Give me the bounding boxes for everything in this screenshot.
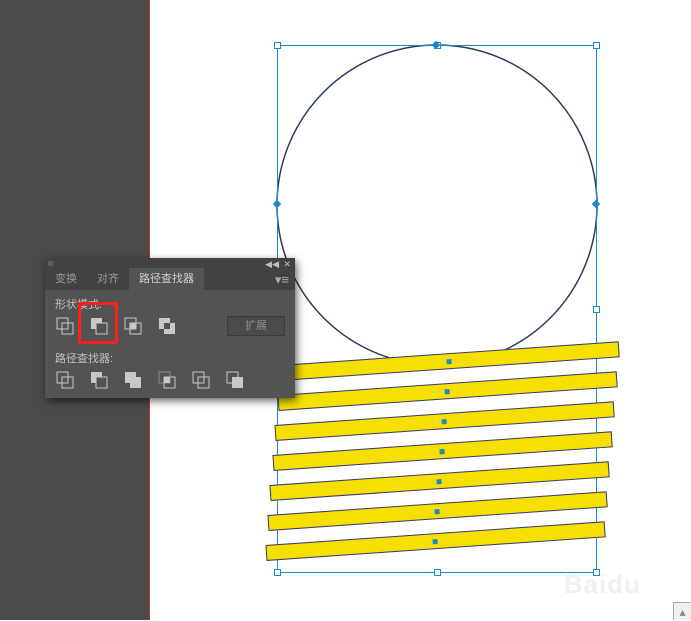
tab-transform[interactable]: 变换: [45, 268, 87, 290]
panel-titlebar[interactable]: ◀◀ ✕: [45, 258, 295, 268]
exclude-button[interactable]: [157, 316, 177, 336]
minus-front-icon: [90, 317, 108, 335]
trim-icon: [90, 371, 108, 389]
divide-icon: [56, 371, 74, 389]
pathfinder-panel[interactable]: ◀◀ ✕ 变换 对齐 路径查找器 ▾≡ 形状模式: 扩展 路径查找器:: [45, 258, 295, 398]
exclude-icon: [158, 317, 176, 335]
panel-tabbar: 变换 对齐 路径查找器 ▾≡: [45, 268, 295, 290]
tab-align[interactable]: 对齐: [87, 268, 129, 290]
merge-button[interactable]: [123, 370, 143, 390]
unite-button[interactable]: [55, 316, 75, 336]
shape-modes-row: 扩展: [45, 316, 295, 344]
minus-back-icon: [226, 371, 244, 389]
panel-menu-icon[interactable]: ▾≡: [275, 272, 289, 288]
watermark-text: Baidu: [564, 569, 641, 600]
tab-pathfinder[interactable]: 路径查找器: [129, 268, 204, 290]
expand-button[interactable]: 扩展: [227, 316, 285, 336]
pathfinders-label: 路径查找器:: [45, 344, 295, 370]
merge-icon: [124, 371, 142, 389]
panel-grip-icon: [48, 261, 53, 266]
intersect-icon: [124, 317, 142, 335]
pathfinders-row: [45, 370, 295, 398]
scrollbar-corner[interactable]: ▴: [673, 602, 691, 620]
crop-icon: [158, 371, 176, 389]
minus-front-button[interactable]: [89, 316, 109, 336]
outline-button[interactable]: [191, 370, 211, 390]
outline-icon: [192, 371, 210, 389]
unite-icon: [56, 317, 74, 335]
trim-button[interactable]: [89, 370, 109, 390]
divide-button[interactable]: [55, 370, 75, 390]
shape-modes-label: 形状模式:: [45, 290, 295, 316]
crop-button[interactable]: [157, 370, 177, 390]
intersect-button[interactable]: [123, 316, 143, 336]
minus-back-button[interactable]: [225, 370, 245, 390]
